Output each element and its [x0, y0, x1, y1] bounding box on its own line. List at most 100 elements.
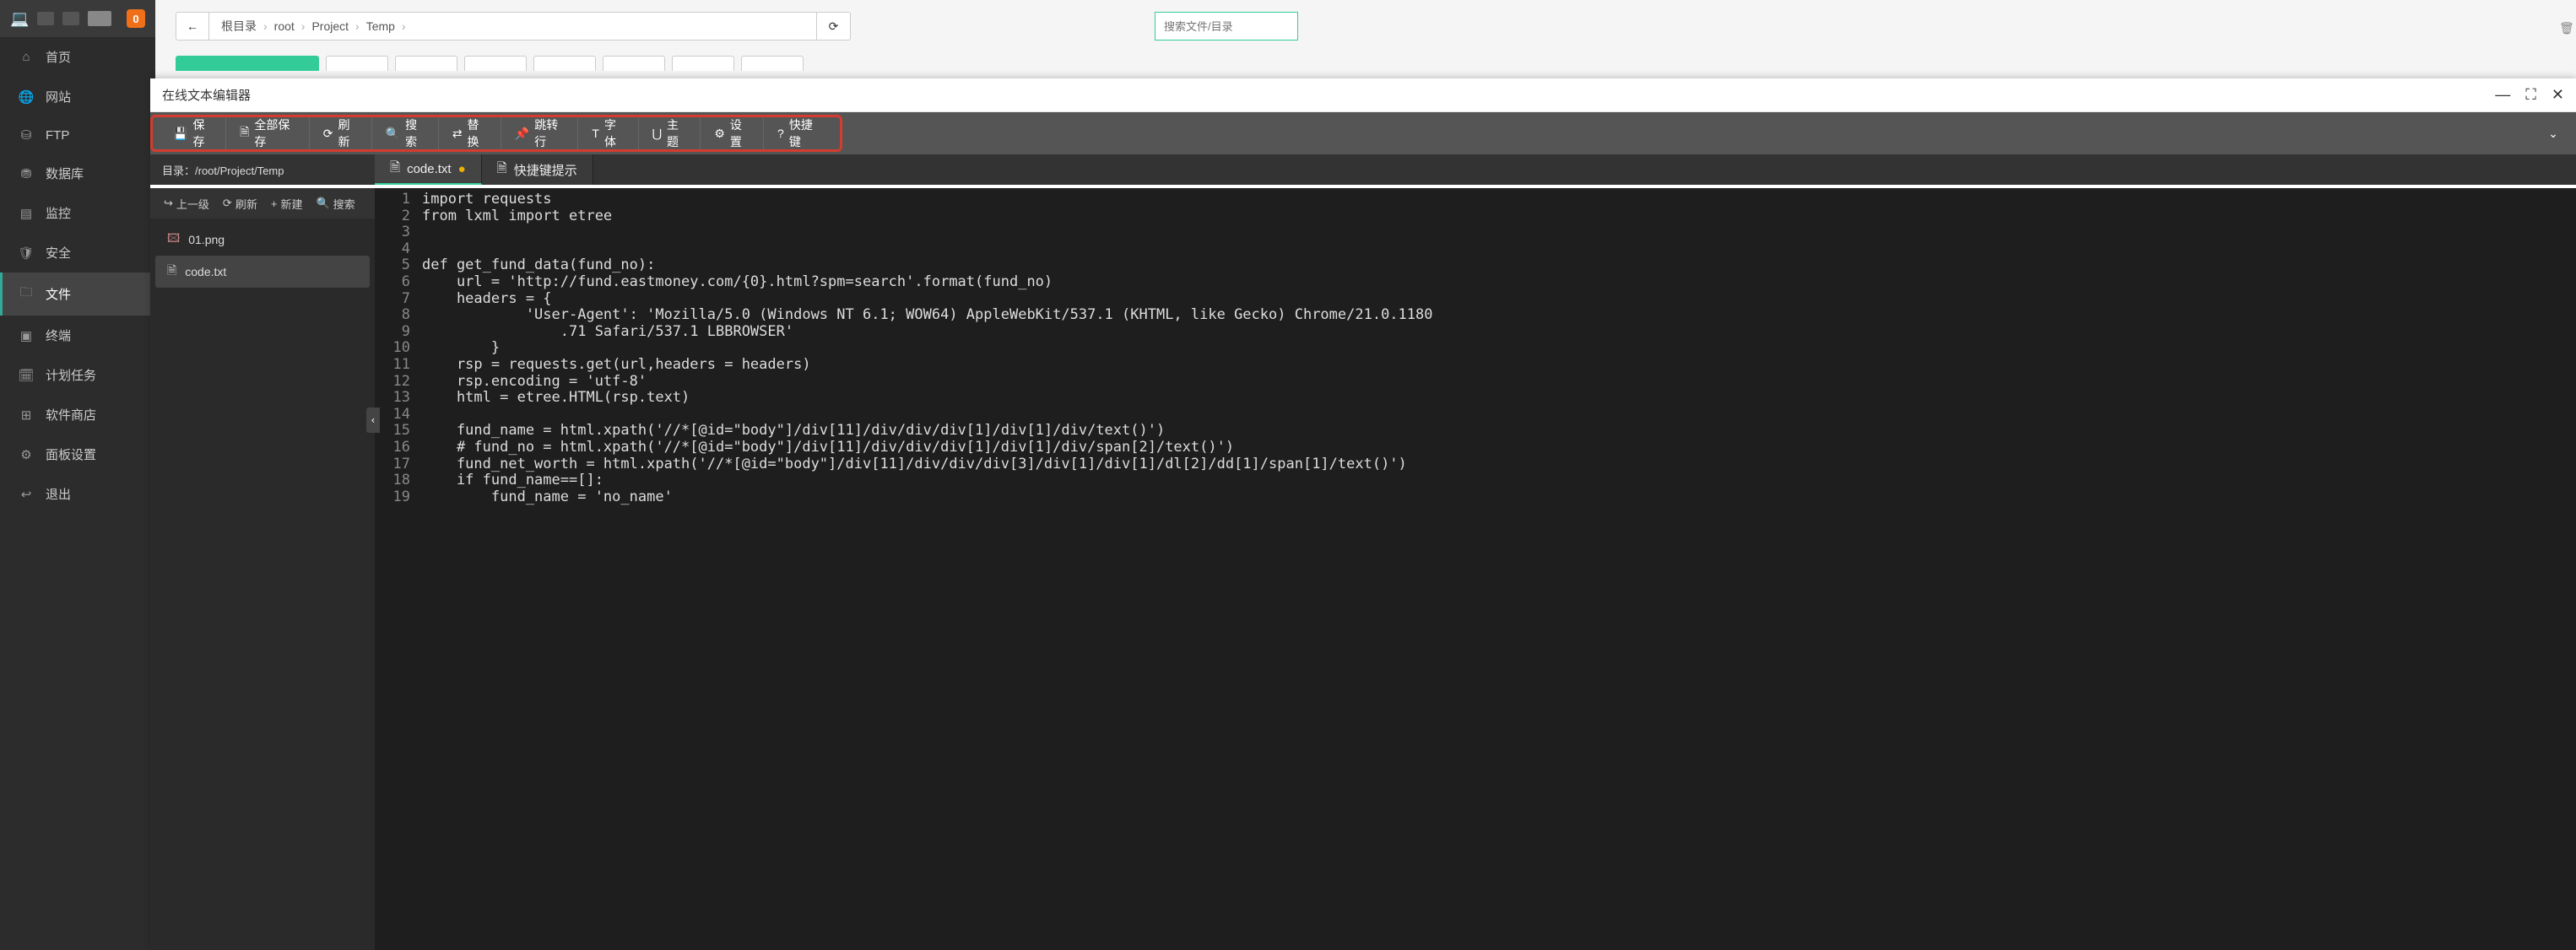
minimize-button[interactable]: — — [2495, 86, 2510, 104]
header-blur — [88, 11, 111, 26]
sidebar-item-exit[interactable]: ↩退出 — [0, 474, 155, 514]
settings-button[interactable]: ⚙设置 — [701, 117, 764, 149]
help-icon: ? — [777, 127, 784, 140]
breadcrumb-item[interactable]: Project — [311, 19, 349, 33]
refresh-files-button[interactable]: ⟳刷新 — [216, 196, 264, 212]
sidebar-item-cron[interactable]: 🗓计划任务 — [0, 355, 155, 395]
toolbar-label: 搜索 — [405, 116, 425, 150]
calendar-icon: 🗓 — [19, 368, 34, 383]
action-label: 上一级 — [176, 196, 209, 212]
left-sidebar: 💻 0 ⌂首页 🌐网站 ⛁FTP ⛃数据库 ▤ 监控 🛡 安全 🗀文件 ▣终端 🗓计… — [0, 0, 155, 950]
replace-icon: ⇄ — [452, 127, 463, 141]
sidebar-item-ftp[interactable]: ⛁FTP — [0, 116, 155, 154]
sidebar-item-home[interactable]: ⌂首页 — [0, 37, 155, 77]
editor-toolbar-wrap: 💾保存 🗎全部保存 ⟳刷新 🔍 搜索 ⇄替换 📌 跳转行 T字体 ⋃主题 ⚙设置 ?… — [150, 112, 2576, 154]
sidebar-item-label: 软件商店 — [46, 406, 96, 424]
font-icon: T — [592, 127, 599, 140]
theme-button[interactable]: ⋃主题 — [639, 117, 701, 149]
breadcrumb-item[interactable]: 根目录 — [221, 18, 257, 35]
sidebar-item-security[interactable]: 🛡 安全 — [0, 233, 155, 273]
toolbar-label: 保存 — [192, 116, 212, 150]
sidebar-header: 💻 0 — [0, 0, 155, 37]
font-button[interactable]: T字体 — [578, 117, 638, 149]
file-row[interactable]: 🖾 01.png — [155, 224, 370, 256]
breadcrumb-item[interactable]: root — [274, 19, 295, 33]
sidebar-item-website[interactable]: 🌐网站 — [0, 77, 155, 116]
search-box[interactable] — [1155, 12, 1298, 40]
home-icon: ⌂ — [19, 50, 34, 64]
search-icon: 🔍 — [386, 127, 400, 141]
sidebar-item-label: 面板设置 — [46, 445, 96, 463]
notification-badge[interactable]: 0 — [127, 9, 145, 28]
header-blur — [37, 12, 54, 25]
monitor-icon: ▤ — [19, 206, 34, 221]
sidebar-item-panel-settings[interactable]: ⚙面板设置 — [0, 435, 155, 474]
save-all-icon: 🗎 — [240, 123, 249, 143]
sidebar-item-label: 数据库 — [46, 165, 84, 182]
replace-button[interactable]: ⇄替换 — [439, 117, 501, 149]
save-button[interactable]: 💾保存 — [160, 117, 226, 149]
tab-shortcut-hints[interactable]: 🗎 快捷键提示 — [482, 154, 593, 185]
file-name: 01.png — [188, 233, 225, 246]
sidebar-item-terminal[interactable]: ▣终端 — [0, 316, 155, 355]
close-button[interactable]: ✕ — [2552, 86, 2564, 104]
search-button[interactable]: 🔍 搜索 — [372, 117, 439, 149]
file-row[interactable]: 🗎 code.txt — [155, 256, 370, 288]
chevron-right-icon: › — [355, 19, 360, 33]
refresh-button[interactable]: ⟳ — [817, 12, 851, 40]
image-icon: 🖾 — [167, 229, 180, 250]
header-blur — [62, 12, 79, 25]
chevron-right-icon: › — [301, 19, 306, 33]
editor-midbar: 目录：/root/Project/Temp 🗎 code.txt ● 🗎 快捷键… — [150, 154, 2576, 185]
new-file-button[interactable]: +新建 — [264, 196, 310, 212]
toolbar-label: 刷新 — [338, 116, 357, 150]
panel-collapse-handle[interactable]: ‹ — [366, 408, 380, 433]
editor-window: 在线文本编辑器 — ⛶ ✕ 💾保存 🗎全部保存 ⟳刷新 🔍搜索 ⇄替换 📌跳转行… — [150, 78, 2576, 950]
file-list: 🖾 01.png 🗎 code.txt — [150, 219, 375, 293]
maximize-button[interactable]: ⛶ — [2525, 86, 2536, 104]
tab-code-txt[interactable]: 🗎 code.txt ● — [375, 154, 482, 185]
sidebar-item-files[interactable]: 🗀文件 — [0, 273, 155, 316]
up-level-button[interactable]: ↪上一级 — [157, 196, 216, 212]
code-content[interactable]: import requests from lxml import etree ​… — [417, 188, 1432, 950]
breadcrumb-row: ← 根目录› root› Project› Temp› ⟳ 🗑 — [176, 12, 2556, 40]
sidebar-item-label: FTP — [46, 128, 69, 143]
sidebar-item-database[interactable]: ⛃数据库 — [0, 154, 155, 193]
editor-toolbar: 💾保存 🗎全部保存 ⟳刷新 🔍 搜索 ⇄替换 📌 跳转行 T字体 ⋃主题 ⚙设置 ?… — [150, 115, 842, 152]
trash-icon[interactable]: 🗑 — [2559, 15, 2576, 40]
refresh-button[interactable]: ⟳刷新 — [310, 117, 372, 149]
shortcut-button[interactable]: ? 快捷键 — [764, 117, 833, 149]
chevron-down-icon: ⌄ — [2548, 127, 2558, 141]
pin-icon: 📌 — [515, 127, 529, 141]
arrow-up-icon: ↪ — [164, 197, 173, 210]
search-icon: 🔍 — [316, 197, 329, 210]
editor-titlebar: 在线文本编辑器 — ⛶ ✕ — [150, 78, 2576, 112]
current-dir-label: 目录：/root/Project/Temp — [150, 154, 375, 185]
toolbar-label: 跳转行 — [534, 116, 564, 150]
sidebar-item-label: 安全 — [46, 244, 71, 262]
breadcrumb-item[interactable]: Temp — [366, 19, 395, 33]
back-button[interactable]: ← — [176, 12, 209, 40]
chevron-left-icon: ‹ — [370, 414, 376, 426]
sidebar-item-label: 监控 — [46, 204, 71, 222]
toolbar-label: 设置 — [730, 116, 750, 150]
goto-button[interactable]: 📌 跳转行 — [501, 117, 579, 149]
search-input[interactable] — [1164, 20, 1289, 33]
sidebar-item-monitor[interactable]: ▤ 监控 — [0, 193, 155, 233]
refresh-icon: ⟳ — [223, 197, 232, 210]
editor-tabs: 🗎 code.txt ● 🗎 快捷键提示 — [375, 154, 593, 185]
action-label: 刷新 — [235, 196, 257, 212]
save-all-button[interactable]: 🗎全部保存 — [226, 117, 310, 149]
window-controls: — ⛶ ✕ — [2495, 86, 2564, 104]
code-area[interactable]: ‹ 12345678910111213141516171819 import r… — [375, 188, 2576, 950]
toolbar-collapse-button[interactable]: ⌄ — [2542, 122, 2564, 144]
toolbar-label: 快捷键 — [789, 116, 820, 150]
file-name: code.txt — [185, 265, 226, 278]
action-label: 搜索 — [333, 196, 355, 212]
magnet-icon: ⋃ — [652, 127, 662, 141]
shield-icon: 🛡 — [19, 246, 34, 261]
grid-icon: ⊞ — [19, 408, 34, 423]
search-files-button[interactable]: 🔍 搜索 — [309, 196, 361, 212]
toolbar-label: 全部保存 — [254, 116, 295, 150]
sidebar-item-appstore[interactable]: ⊞ 软件商店 — [0, 395, 155, 435]
